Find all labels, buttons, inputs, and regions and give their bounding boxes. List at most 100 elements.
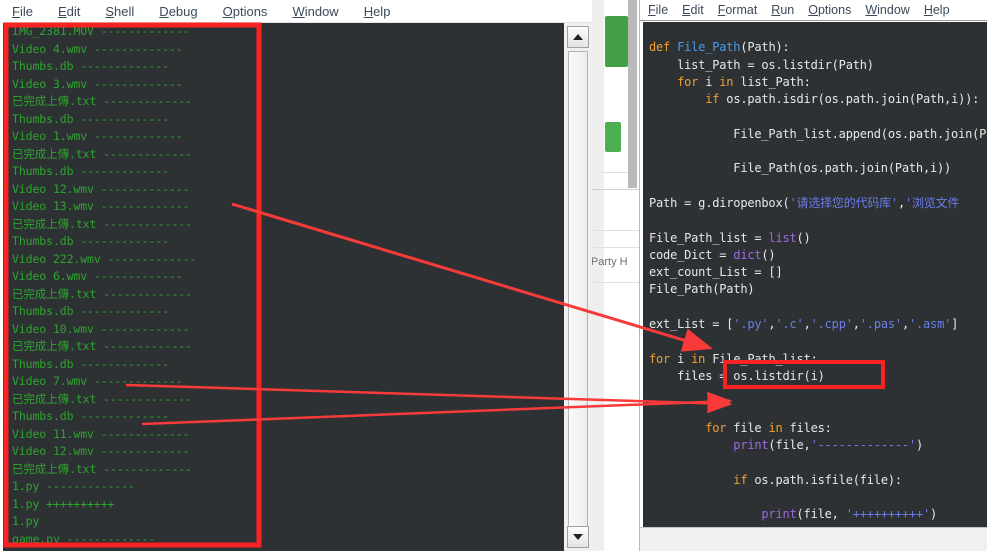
shell-output-line: Video 10.wmv -------------	[12, 321, 190, 336]
code-token: '++++++++++'	[845, 507, 931, 522]
code-token: '.py'	[733, 317, 769, 332]
shell-output-line: Video 6.wmv -------------	[12, 269, 183, 283]
shell-output-line: 已完成上傳.txt -------------	[12, 146, 192, 161]
shell-scrollbar[interactable]	[564, 23, 592, 551]
code-line: Path = g.diropenbox('请选择您的代码库','浏览文件	[643, 195, 987, 212]
code-token: File_Path(Path)	[649, 282, 755, 297]
editor-code-area[interactable]: def File_Path(Path): list_Path = os.list…	[643, 22, 987, 527]
idle-editor-window: File Edit Format Run Options Window Help…	[639, 0, 987, 551]
code-token: file	[726, 420, 769, 435]
code-line: if os.path.isdir(os.path.join(Path,i)):	[643, 91, 987, 108]
background-window-strip: "Party H	[587, 0, 639, 551]
shell-output-line: 1.py -------------	[12, 479, 135, 493]
code-token: ,	[901, 317, 909, 332]
code-token: ()	[796, 230, 811, 245]
shell-output-line: Video 12.wmv -------------	[12, 444, 190, 458]
code-line: ext_List = ['.py','.c','.cpp','.pas','.a…	[643, 316, 987, 333]
code-token: os.path.isfile(file):	[747, 472, 902, 487]
shell-scrollbar-thumb[interactable]	[568, 51, 588, 529]
code-token: )	[915, 438, 923, 453]
divider-4	[592, 247, 639, 248]
shell-output-line: IMG_2381.MOV -------------	[12, 24, 190, 38]
shell-output-line: Video 3.wmv -------------	[12, 76, 183, 91]
code-token: files:	[782, 420, 832, 435]
code-line: def File_Path(Path):	[643, 39, 987, 56]
code-token: File_Path	[677, 40, 741, 55]
code-token: File_Path_list.append(os.path.join(Pa	[649, 126, 987, 141]
screen-root: "Party H File Edit Shell Debug Options W…	[0, 0, 987, 551]
shell-menu-file[interactable]: File	[12, 4, 33, 19]
code-token: if	[705, 92, 720, 107]
triangle-down-icon	[573, 534, 583, 540]
code-token: ,	[852, 317, 860, 332]
divider-1	[602, 172, 627, 173]
shell-output-line: game.py -------------	[12, 531, 156, 546]
code-token: Path = g.diropenbox(	[649, 195, 790, 210]
shell-output-line: Thumbs.db -------------	[12, 164, 169, 178]
code-token: )	[930, 507, 938, 522]
code-line: ext_count_List = []	[643, 264, 987, 281]
code-token: for	[649, 351, 671, 366]
code-line: for i in File_Path_list:	[643, 351, 987, 368]
shell-output-line: Video 1.wmv -------------	[12, 129, 183, 143]
scroll-up-arrow-button[interactable]	[567, 26, 589, 48]
shell-menu-options[interactable]: Options	[223, 4, 268, 19]
code-token: ext_List = [	[649, 317, 734, 332]
shell-menu-window[interactable]: Window	[292, 4, 338, 19]
editor-menubar: File Edit Format Run Options Window Help	[640, 0, 987, 20]
code-token: print	[761, 507, 797, 522]
shell-output-line: Video 4.wmv -------------	[12, 41, 183, 56]
code-line: for file in files:	[643, 420, 987, 437]
shell-menu-debug[interactable]: Debug	[159, 4, 197, 19]
editor-menu-help[interactable]: Help	[924, 3, 950, 17]
scroll-down-arrow-button[interactable]	[567, 526, 589, 548]
code-line: File_Path_list.append(os.path.join(Pa	[643, 126, 987, 143]
code-token: '.pas'	[859, 317, 902, 332]
code-line: list_Path = os.listdir(Path)	[643, 57, 987, 74]
code-token: ,	[803, 317, 811, 332]
shell-output-line: Video 7.wmv -------------	[12, 374, 183, 388]
editor-menubar-separator	[640, 20, 987, 21]
green-indicator-chip-2	[605, 122, 621, 152]
idle-shell-window: File Edit Shell Debug Options Window Hel…	[0, 0, 592, 551]
shell-output-line: 已完成上傳.txt -------------	[12, 216, 192, 231]
code-token: in	[691, 351, 706, 366]
code-line: if os.path.isfile(file):	[643, 472, 987, 489]
code-token: code_Dict =	[649, 247, 734, 262]
code-token: in	[768, 420, 783, 435]
editor-menu-window[interactable]: Window	[865, 3, 909, 17]
code-token: File_Path_list =	[649, 230, 769, 245]
code-token: list_Path = os.listdir(Path)	[649, 57, 874, 72]
shell-output-line: 已完成上傳.txt -------------	[12, 339, 192, 353]
editor-menu-run[interactable]: Run	[771, 3, 794, 17]
shell-output-area[interactable]: IMG_2381.MOV ------------- Video 4.wmv --…	[3, 23, 564, 551]
editor-menu-file[interactable]: File	[648, 3, 668, 17]
triangle-up-icon	[573, 34, 583, 40]
code-token: in	[719, 74, 734, 89]
shell-menu-edit[interactable]: Edit	[58, 4, 80, 19]
party-label-text: "Party H	[587, 256, 628, 268]
shell-output-line: Thumbs.db -------------	[12, 356, 169, 371]
code-token: list_Path:	[733, 74, 811, 89]
green-indicator-chip-1	[605, 16, 628, 67]
code-token: i	[670, 351, 692, 366]
shell-menu-help[interactable]: Help	[364, 4, 391, 19]
shell-menu-shell[interactable]: Shell	[105, 4, 134, 19]
shell-output-line: Thumbs.db -------------	[12, 234, 169, 248]
shell-output-line: Video 12.wmv -------------	[12, 181, 190, 196]
shell-output-line: 已完成上傳.txt -------------	[12, 94, 192, 108]
background-scrollbar[interactable]	[628, 0, 637, 188]
editor-menu-format[interactable]: Format	[718, 3, 758, 17]
code-token: i	[698, 74, 720, 89]
editor-menu-options[interactable]: Options	[808, 3, 851, 17]
editor-menu-edit[interactable]: Edit	[682, 3, 704, 17]
code-line: print(file, '++++++++++')	[643, 506, 987, 523]
code-line: code_Dict = dict()	[643, 247, 987, 264]
